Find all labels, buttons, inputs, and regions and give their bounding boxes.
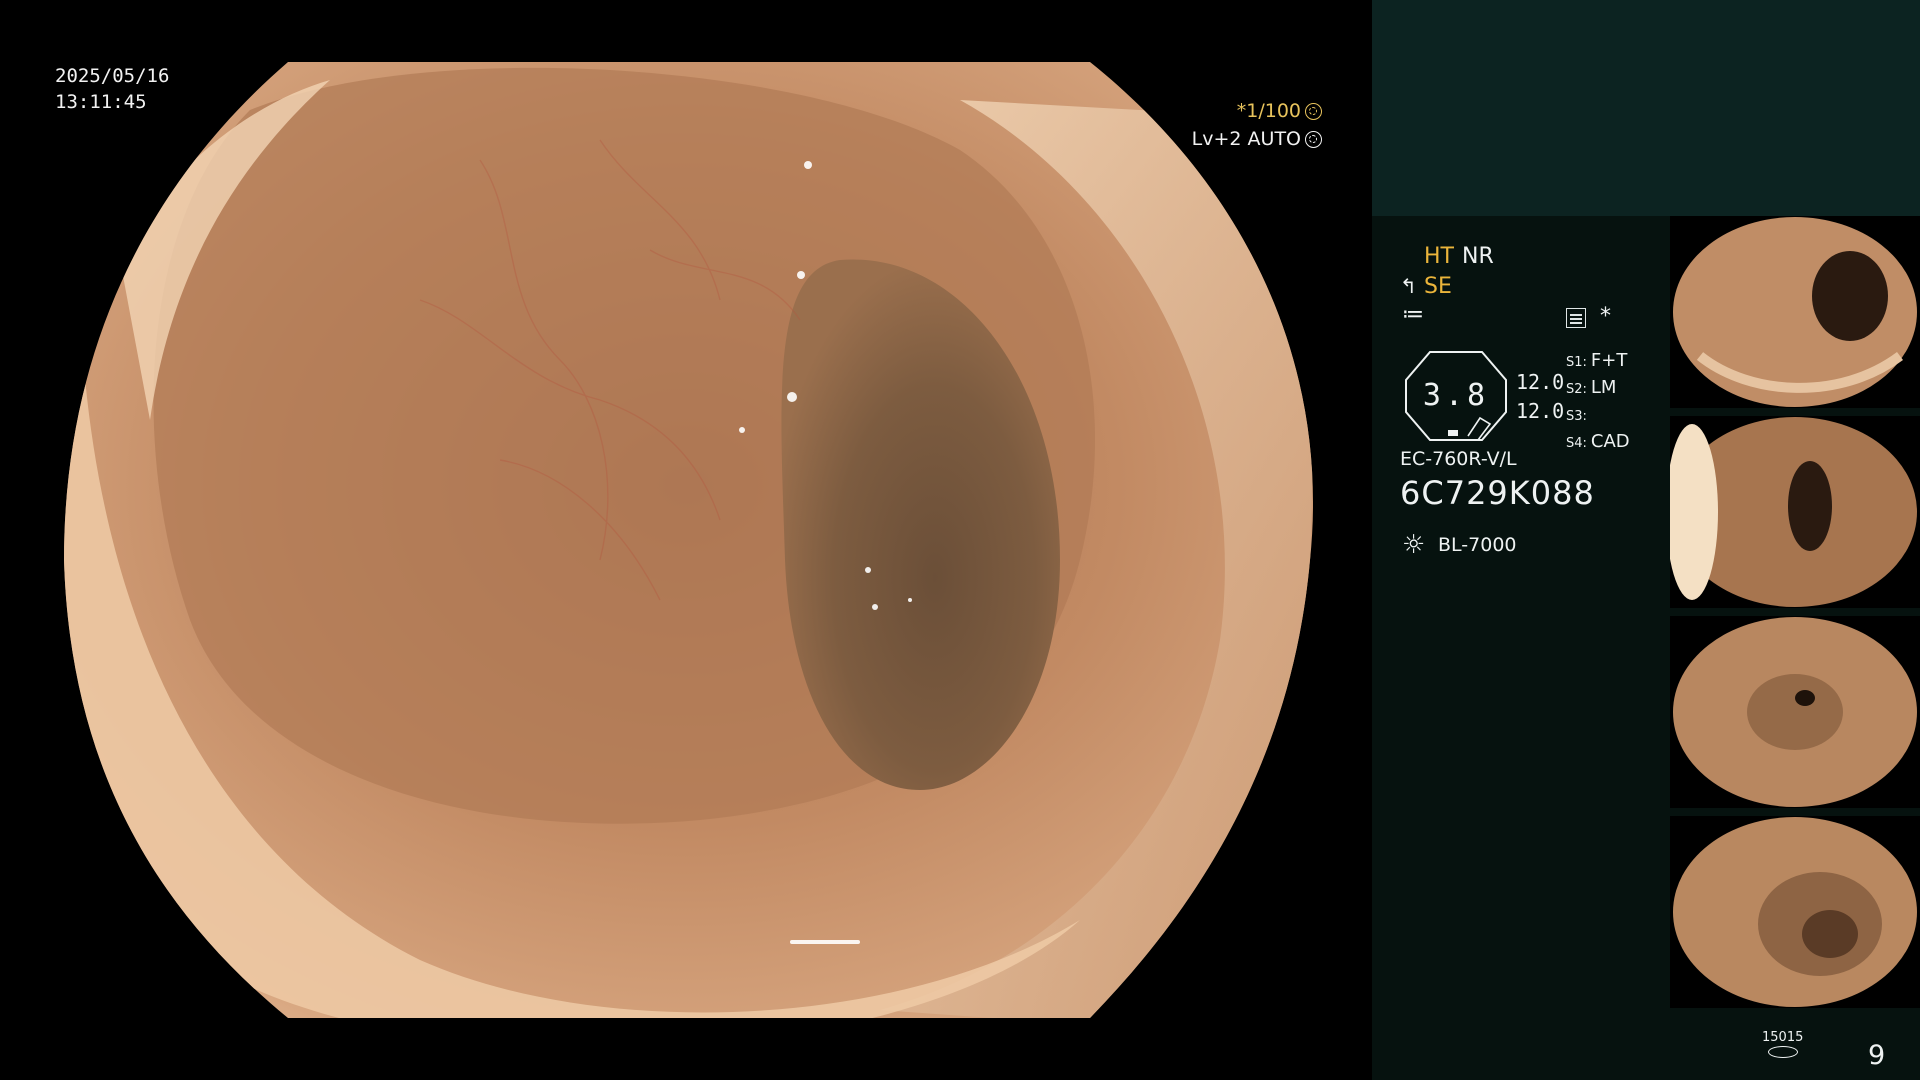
light-source-icon: ☼ <box>1402 530 1426 560</box>
thumbnail-3[interactable] <box>1670 616 1920 808</box>
thumbnail-4[interactable] <box>1670 816 1920 1008</box>
shutter-indicator: *1/100 <box>1237 100 1322 122</box>
scope-model: EC-760R-V/L <box>1400 448 1517 470</box>
status-block: HT NR ↰ SE ≔ * 3.8 12.0 12.0 S1: F+T S2: L… <box>1372 216 1670 616</box>
shutter-text: *1/100 <box>1236 100 1301 122</box>
zoom-value: 3.8 <box>1422 378 1490 413</box>
iris-indicator: Lv+2 AUTO <box>1192 128 1322 150</box>
switch-assignment-list: S1: F+T S2: LM S3: S4: CAD <box>1566 348 1630 456</box>
menu-icon <box>1566 308 1586 328</box>
iris-icon <box>1305 130 1322 148</box>
endoscope-main-view: 2025/05/16 13:11:45 *1/100 Lv+2 AUTO <box>0 0 1372 1080</box>
light-source-model: BL-7000 <box>1438 534 1517 556</box>
structure-enhance-icon: ↰ <box>1400 274 1417 298</box>
info-side-panel: HT NR ↰ SE ≔ * 3.8 12.0 12.0 S1: F+T S2: L… <box>1372 0 1920 1080</box>
capture-count-icon: 15015 <box>1762 1030 1803 1058</box>
thumbnail-2[interactable] <box>1670 416 1920 608</box>
color-enhance-icon: ≔ <box>1402 302 1424 327</box>
scope-serial: 6C729K088 <box>1400 474 1595 512</box>
time-text: 13:11:45 <box>55 91 147 113</box>
datetime-display: 2025/05/16 13:11:45 <box>55 63 169 115</box>
image-count: 9 <box>1868 1040 1886 1071</box>
capture-count-label: 15015 <box>1762 1030 1804 1045</box>
se-label: SE <box>1424 274 1452 299</box>
thumbnail-1[interactable] <box>1670 216 1920 408</box>
setting-value-bottom: 12.0 <box>1516 399 1565 423</box>
switch-s3: S3: <box>1566 409 1587 424</box>
setting-value-top: 12.0 <box>1516 370 1565 394</box>
nr-label: NR <box>1462 244 1494 269</box>
iris-text: Lv+2 AUTO <box>1191 128 1301 150</box>
panel-header-area <box>1372 0 1920 216</box>
switch-s1: S1: F+T <box>1566 350 1628 371</box>
switch-s2: S2: LM <box>1566 377 1617 398</box>
date-text: 2025/05/16 <box>55 65 170 87</box>
asterisk-marker: * <box>1600 304 1611 329</box>
shutter-icon <box>1305 102 1322 120</box>
endoscope-image <box>64 62 1314 1018</box>
ht-label: HT <box>1424 244 1454 269</box>
switch-s4: S4: CAD <box>1566 431 1630 452</box>
